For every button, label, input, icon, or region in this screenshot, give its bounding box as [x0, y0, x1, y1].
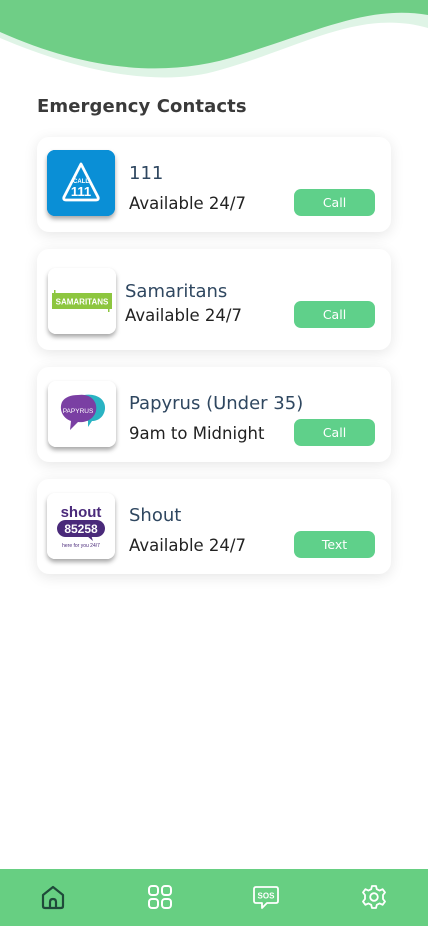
contact-card-samaritans: SAMARITANS Samaritans Available 24/7 Cal…: [37, 249, 391, 350]
header-wave: [0, 0, 428, 78]
svg-text:85258: 85258: [64, 522, 98, 536]
home-icon: [41, 885, 65, 910]
svg-text:111: 111: [71, 184, 91, 199]
contact-card-papyrus: PAPYRUS Papyrus (Under 35) 9am to Midnig…: [37, 367, 391, 462]
contact-availability: Available 24/7: [129, 194, 246, 213]
shout-logo: shout 85258 here for you 24/7: [47, 493, 115, 559]
svg-text:SAMARITANS: SAMARITANS: [56, 298, 109, 307]
page-title: Emergency Contacts: [37, 96, 247, 117]
svg-text:SOS: SOS: [258, 892, 276, 901]
papyrus-logo: PAPYRUS: [48, 381, 116, 447]
nav-settings[interactable]: [360, 883, 388, 911]
nav-home[interactable]: [39, 883, 67, 911]
contact-availability: 9am to Midnight: [129, 424, 265, 443]
sos-chat-icon: SOS: [253, 886, 279, 909]
nav-grid[interactable]: [146, 883, 174, 911]
call-button[interactable]: Call: [294, 301, 375, 328]
call-button[interactable]: Call: [294, 419, 375, 446]
svg-text:here for you 24/7: here for you 24/7: [62, 543, 100, 549]
nav-sos[interactable]: SOS: [252, 883, 280, 911]
text-button[interactable]: Text: [294, 531, 375, 558]
grid-icon: [148, 885, 172, 909]
call-111-logo: CALL 111: [47, 150, 115, 216]
contact-availability: Available 24/7: [125, 306, 242, 325]
svg-text:PAPYRUS: PAPYRUS: [63, 408, 94, 415]
bottom-nav: SOS: [0, 869, 428, 926]
svg-text:shout: shout: [61, 504, 102, 521]
contact-name: 111: [129, 163, 164, 184]
call-button[interactable]: Call: [294, 189, 375, 216]
contact-name: Papyrus (Under 35): [129, 393, 304, 414]
contact-name: Shout: [129, 505, 182, 526]
contact-card-111: CALL 111 111 Available 24/7 Call: [37, 137, 391, 232]
contact-card-shout: shout 85258 here for you 24/7 Shout Avai…: [37, 479, 391, 574]
contact-availability: Available 24/7: [129, 536, 246, 555]
samaritans-logo: SAMARITANS: [48, 268, 116, 334]
contact-name: Samaritans: [125, 281, 228, 302]
gear-icon: [362, 885, 386, 909]
